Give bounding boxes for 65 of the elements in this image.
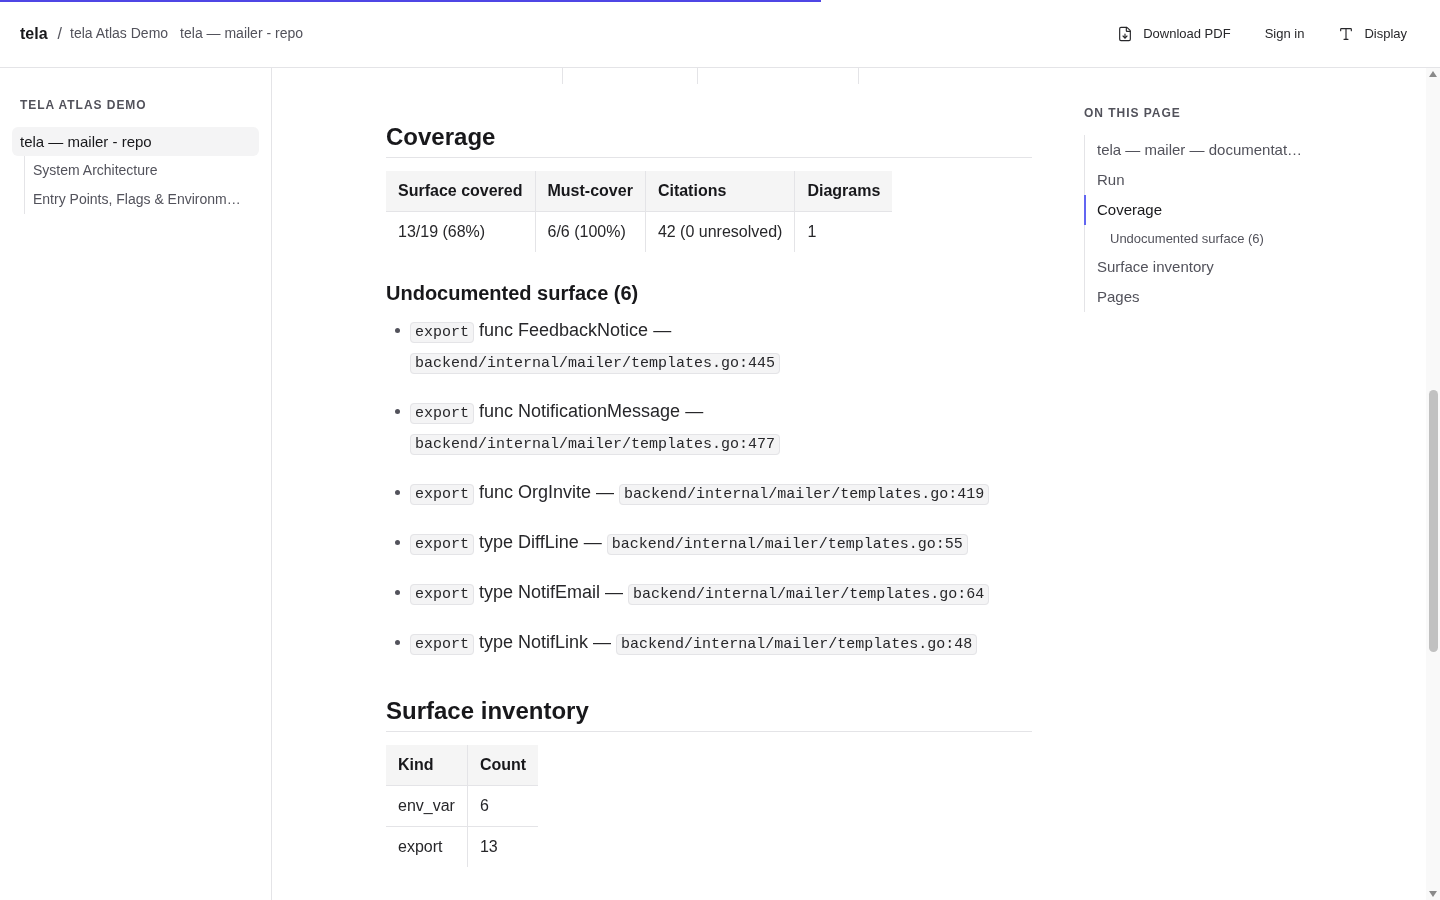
bullet-icon bbox=[395, 540, 400, 545]
subsection-heading: Undocumented surface (6) bbox=[386, 281, 640, 306]
scrollbar[interactable] bbox=[1426, 68, 1440, 900]
table-cell: 6/6 (100%) bbox=[535, 211, 646, 252]
bullet-icon bbox=[395, 640, 400, 645]
table-cell: 1 bbox=[794, 211, 893, 252]
inline-code: backend/internal/mailer/templates.go:64 bbox=[628, 584, 990, 605]
text-type-icon bbox=[1338, 25, 1355, 42]
table-cell: env_var bbox=[386, 785, 468, 827]
table-header-cell: Must-cover bbox=[535, 171, 646, 212]
inline-code: backend/internal/mailer/templates.go:445 bbox=[410, 353, 781, 374]
inline-code: backend/internal/mailer/templates.go:419 bbox=[619, 484, 990, 505]
toc-link[interactable]: Undocumented surface (6) bbox=[1084, 225, 1314, 252]
table-cell: 6 bbox=[467, 785, 539, 827]
toc-link[interactable]: Surface inventory bbox=[1084, 252, 1314, 282]
inline-code: backend/internal/mailer/templates.go:55 bbox=[606, 534, 968, 555]
item-text: func NotificationMessage — bbox=[479, 401, 704, 421]
inline-code: backend/internal/mailer/templates.go:48 bbox=[616, 634, 978, 655]
table-header-cell: Citations bbox=[645, 171, 795, 212]
download-pdf-button[interactable]: Download PDF bbox=[1105, 15, 1243, 52]
sidebar-section-title: TELA ATLAS DEMO bbox=[19, 97, 148, 113]
sidebar-subitem[interactable]: Entry Points, Flags & Environm… bbox=[33, 185, 259, 214]
toc-link[interactable]: Run bbox=[1084, 165, 1314, 195]
scrollbar-thumb[interactable] bbox=[1428, 390, 1438, 652]
file-download-icon bbox=[1117, 25, 1134, 42]
breadcrumb-separator: / bbox=[57, 23, 63, 44]
table-header-cell: Surface covered bbox=[386, 171, 535, 212]
item-text: type NotifEmail — bbox=[479, 582, 624, 602]
display-button[interactable]: Display bbox=[1326, 15, 1419, 52]
inline-code: export bbox=[410, 534, 474, 555]
bullet-icon bbox=[395, 328, 400, 333]
toc-link[interactable]: tela — mailer — documentat… bbox=[1084, 135, 1314, 165]
breadcrumb-link[interactable]: tela — mailer - repo bbox=[180, 23, 304, 44]
sidebar-item[interactable]: tela — mailer - repo bbox=[12, 127, 259, 156]
toc-link[interactable]: Pages bbox=[1084, 282, 1314, 312]
inline-code: export bbox=[410, 584, 474, 605]
inline-code: export bbox=[410, 484, 474, 505]
bullet-icon bbox=[395, 590, 400, 595]
table-header-cell: Count bbox=[467, 745, 539, 786]
item-text: type NotifLink — bbox=[479, 632, 612, 652]
inline-code: export bbox=[410, 322, 474, 343]
section-heading: Coverage bbox=[386, 122, 497, 152]
table-cell: 13 bbox=[467, 826, 539, 867]
table-cell: 13/19 (68%) bbox=[386, 211, 535, 252]
breadcrumb-link[interactable]: tela Atlas Demo bbox=[70, 23, 169, 44]
scroll-down-arrow-icon[interactable] bbox=[1429, 891, 1437, 897]
sign-in-button[interactable]: Sign in bbox=[1252, 15, 1317, 52]
table-cell: export bbox=[386, 826, 468, 867]
brand-link[interactable]: tela bbox=[20, 21, 48, 46]
section-heading: Surface inventory bbox=[386, 696, 590, 726]
inline-code: export bbox=[410, 634, 474, 655]
inline-code: export bbox=[410, 403, 474, 424]
table-cell: 42 (0 unresolved) bbox=[645, 211, 795, 252]
item-text: func OrgInvite — bbox=[479, 482, 615, 502]
scroll-up-arrow-icon[interactable] bbox=[1429, 71, 1437, 77]
toc-link[interactable]: Coverage bbox=[1084, 195, 1314, 225]
inline-code: backend/internal/mailer/templates.go:477 bbox=[410, 434, 781, 455]
bullet-icon bbox=[395, 490, 400, 495]
bullet-icon bbox=[395, 409, 400, 414]
table-header-cell: Kind bbox=[386, 745, 468, 786]
sidebar-subitem[interactable]: System Architecture bbox=[33, 156, 259, 185]
table-header-cell: Diagrams bbox=[794, 171, 893, 212]
toc-title: ON THIS PAGE bbox=[1084, 105, 1182, 121]
item-text: type DiffLine — bbox=[479, 532, 602, 552]
item-text: func FeedbackNotice — bbox=[479, 320, 672, 340]
